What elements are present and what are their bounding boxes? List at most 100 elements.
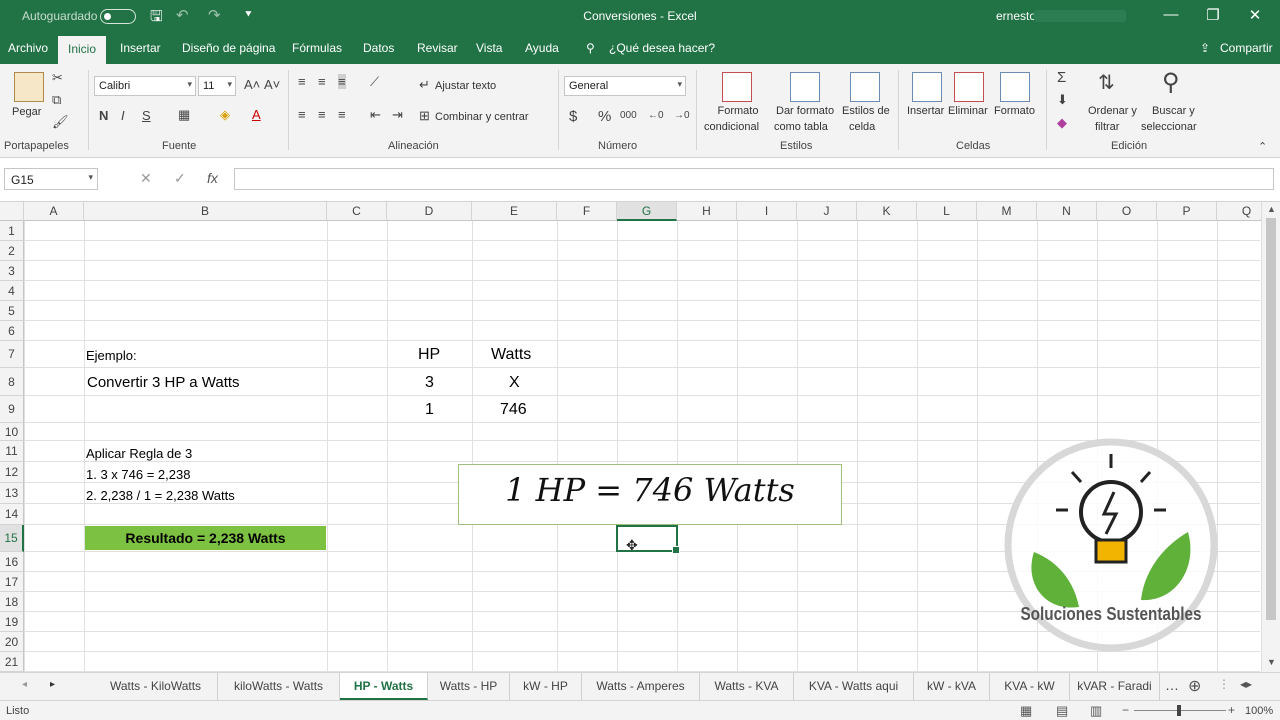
percent-icon[interactable]: % <box>598 108 611 125</box>
zoom-level[interactable]: 100% <box>1245 705 1273 717</box>
tab-vista[interactable]: Vista <box>476 41 502 55</box>
merge-icon[interactable]: ⊞ <box>419 108 430 124</box>
autosum-icon[interactable]: Σ <box>1057 69 1066 86</box>
comma-style-icon[interactable]: 000 <box>620 110 637 121</box>
cell-d8[interactable]: 3 <box>425 374 434 392</box>
prev-sheet-icon[interactable]: ◂ <box>22 679 27 690</box>
fill-icon[interactable]: ⬇ <box>1057 92 1068 108</box>
cancel-icon[interactable]: ✕ <box>140 170 152 187</box>
tab-inicio[interactable]: Inicio <box>58 36 106 64</box>
col-header[interactable]: C <box>327 202 387 221</box>
sheet-tab-active[interactable]: HP - Watts <box>340 673 428 700</box>
row-header[interactable]: 6 <box>0 321 24 341</box>
row-header[interactable]: 7 <box>0 341 24 368</box>
col-header[interactable]: O <box>1097 202 1157 221</box>
font-name-select[interactable]: Calibri <box>94 76 196 96</box>
orientation-icon[interactable]: ⟋ <box>370 74 379 90</box>
tab-datos[interactable]: Datos <box>363 41 394 55</box>
format-cells-icon[interactable] <box>1000 72 1030 102</box>
next-sheet-icon[interactable]: ▸ <box>50 679 55 690</box>
wrap-text-icon[interactable]: ↵ <box>419 77 430 93</box>
bold-icon[interactable]: N <box>99 108 108 123</box>
row-header[interactable]: 11 <box>0 441 24 462</box>
wrap-text-button[interactable]: Ajustar texto <box>435 79 496 94</box>
format-as-table-label2[interactable]: como tabla <box>774 120 828 135</box>
fill-color-icon[interactable]: ◈ <box>220 107 230 123</box>
tab-archivo[interactable]: Archivo <box>8 41 48 55</box>
borders-icon[interactable]: ▦ <box>178 107 190 123</box>
col-header[interactable]: B <box>84 202 327 221</box>
col-header[interactable]: F <box>557 202 617 221</box>
number-format-select[interactable]: General <box>564 76 686 96</box>
cell-b7[interactable]: Ejemplo: <box>86 348 137 363</box>
delete-cells-button[interactable]: Eliminar <box>948 104 988 119</box>
row-header[interactable]: 2 <box>0 241 24 261</box>
cell-b13[interactable]: 2. 2,238 / 1 = 2,238 Watts <box>86 488 235 503</box>
col-header[interactable]: M <box>977 202 1037 221</box>
cell-b12[interactable]: 1. 3 x 746 = 2,238 <box>86 467 190 482</box>
page-layout-icon[interactable]: ▤ <box>1056 703 1068 719</box>
zoom-thumb[interactable] <box>1177 705 1181 716</box>
sheet-tab[interactable]: Watts - HP <box>428 673 510 700</box>
font-size-select[interactable]: 11 <box>198 76 236 96</box>
row-header[interactable]: 5 <box>0 301 24 321</box>
col-header[interactable]: H <box>677 202 737 221</box>
find-select-icon[interactable]: ⚲ <box>1162 68 1180 97</box>
underline-icon[interactable]: S <box>142 108 151 123</box>
enter-icon[interactable]: ✓ <box>174 170 186 187</box>
scroll-thumb[interactable] <box>1266 218 1276 620</box>
cut-icon[interactable]: ✂ <box>52 70 63 86</box>
align-right-icon[interactable]: ≡ <box>338 107 346 122</box>
more-sheets-icon[interactable]: … <box>1165 677 1179 693</box>
tell-me-input[interactable]: ¿Qué desea hacer? <box>609 41 715 55</box>
cell-styles-icon[interactable] <box>850 72 880 102</box>
conditional-format-icon[interactable] <box>722 72 752 102</box>
align-left-icon[interactable]: ≡ <box>298 107 306 122</box>
col-header[interactable]: K <box>857 202 917 221</box>
row-header[interactable]: 10 <box>0 423 24 441</box>
find-select-label2[interactable]: seleccionar <box>1141 120 1197 135</box>
sheet-tab[interactable]: Watts - KVA <box>700 673 794 700</box>
row-header[interactable]: 9 <box>0 396 24 423</box>
cell-d9[interactable]: 1 <box>425 401 434 419</box>
cell-d7[interactable]: HP <box>418 346 440 364</box>
cell-e8[interactable]: X <box>509 374 520 392</box>
select-all-corner[interactable] <box>0 202 24 221</box>
row-header[interactable]: 13 <box>0 483 24 504</box>
user-name[interactable]: ernesto <box>996 9 1036 23</box>
sheet-tab[interactable]: kiloWatts - Watts <box>218 673 340 700</box>
search-icon[interactable]: ⚲ <box>586 41 595 55</box>
merge-center-button[interactable]: Combinar y centrar <box>435 110 529 125</box>
conditional-format-button[interactable]: Formato <box>716 104 760 119</box>
italic-icon[interactable]: I <box>121 108 125 123</box>
tab-revisar[interactable]: Revisar <box>417 41 458 55</box>
scroll-down-icon[interactable]: ▼ <box>1267 657 1276 667</box>
sort-filter-icon[interactable]: ⇅ <box>1098 70 1115 95</box>
equation-object[interactable]: 1 HP = 746 Watts <box>458 464 842 525</box>
hscroll-icon[interactable]: ◂▸ <box>1240 677 1252 691</box>
currency-icon[interactable]: $ <box>569 108 577 125</box>
col-header[interactable]: E <box>472 202 557 221</box>
font-color-icon[interactable]: A <box>252 107 261 122</box>
find-select-button[interactable]: Buscar y <box>1152 104 1195 119</box>
col-header[interactable]: L <box>917 202 977 221</box>
tab-formulas[interactable]: Fórmulas <box>292 41 342 55</box>
share-icon[interactable]: ⇪ <box>1200 41 1210 55</box>
format-as-table-icon[interactable] <box>790 72 820 102</box>
scroll-up-icon[interactable]: ▲ <box>1267 204 1276 214</box>
cell-b15-result[interactable]: Resultado = 2,238 Watts <box>85 526 326 550</box>
row-header[interactable]: 12 <box>0 462 24 483</box>
row-header[interactable]: 15 <box>0 525 24 552</box>
row-header[interactable]: 17 <box>0 572 24 592</box>
sort-filter-label2[interactable]: filtrar <box>1095 120 1119 135</box>
name-box[interactable]: G15 <box>4 168 98 190</box>
insert-cells-button[interactable]: Insertar <box>907 104 944 119</box>
row-header[interactable]: 14 <box>0 504 24 525</box>
col-header[interactable]: D <box>387 202 472 221</box>
format-as-table-button[interactable]: Dar formato <box>776 104 834 119</box>
cell-b11[interactable]: Aplicar Regla de 3 <box>86 446 192 461</box>
delete-cells-icon[interactable] <box>954 72 984 102</box>
insert-function-icon[interactable]: fx <box>207 170 218 186</box>
increase-decimal-icon[interactable]: ←0 <box>648 110 664 121</box>
align-center-icon[interactable]: ≡ <box>318 107 326 122</box>
